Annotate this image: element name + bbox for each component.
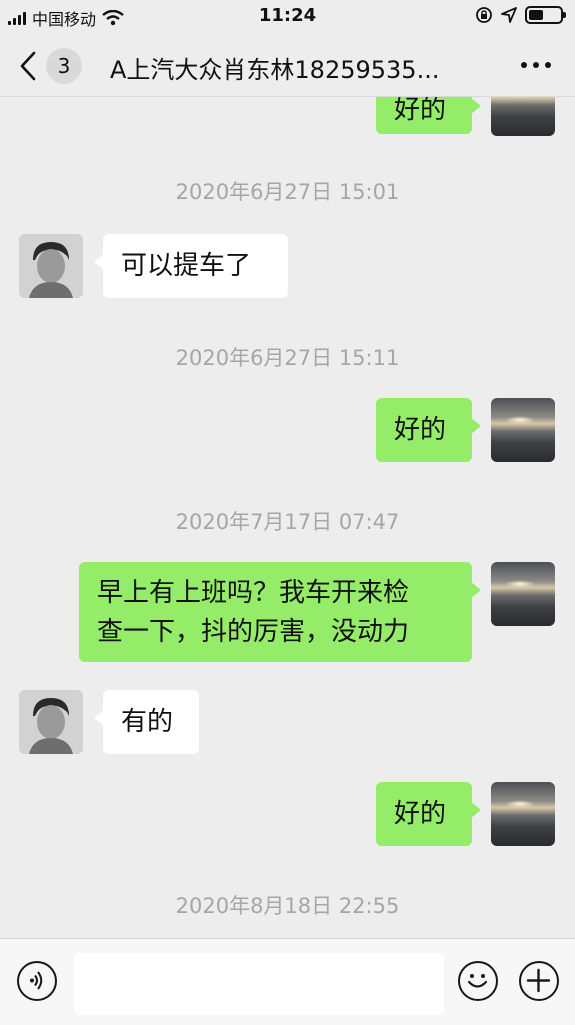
message-timestamp: 2020年6月27日 15:11 [175,346,400,370]
emoji-icon [467,974,488,988]
message-text: 好的 [394,415,447,445]
input-bar [0,938,575,1025]
person-portrait-icon [19,234,83,298]
rotation-lock-icon [476,7,492,23]
back-button[interactable]: 3 [18,48,82,84]
message-timestamp: 2020年7月17日 07:47 [175,510,400,534]
message-text: 好的 [394,799,447,829]
battery-icon [525,6,566,24]
sent-message[interactable]: 好的 [376,782,481,846]
my-avatar[interactable] [491,782,555,846]
sent-message[interactable]: 早上有上班吗？我车开来检 查一下，抖的厉害，没动力 [79,562,481,662]
more-actions-button[interactable] [519,961,559,1001]
voice-input-button[interactable] [17,961,57,1001]
unread-count-badge: 3 [46,48,82,84]
message-timestamp: 2020年8月18日 22:55 [175,894,400,918]
received-message[interactable]: 有的 [94,690,199,754]
emoji-button[interactable] [458,961,498,1001]
message-input[interactable] [74,953,444,1015]
my-avatar[interactable] [491,562,555,626]
contact-avatar[interactable] [19,690,83,754]
location-icon [501,7,517,23]
voice-icon [30,971,43,990]
more-dots-icon [521,62,527,68]
chevron-left-icon [20,51,36,81]
status-bar: 中国移动 11:24 [0,0,575,34]
chat-title: A上汽大众肖东林18259535... [110,56,440,84]
message-text: 可以提车了 [121,251,252,281]
my-avatar[interactable] [491,398,555,462]
sent-message[interactable]: 好的 [376,398,481,462]
chat-header: 3 A上汽大众肖东林18259535... [0,34,575,97]
message-timestamp: 2020年6月27日 15:01 [175,180,400,204]
more-options-button[interactable] [521,62,551,68]
status-right [475,6,566,24]
contact-avatar[interactable] [19,234,83,298]
received-message[interactable]: 可以提车了 [94,234,288,298]
message-text: 好的 [394,95,447,125]
message-text: 有的 [121,707,174,737]
person-portrait-icon [19,690,83,754]
message-text-line: 早上有上班吗？我车开来检 [97,578,410,608]
plus-icon [526,968,551,993]
message-text-line: 查一下，抖的厉害，没动力 [97,617,410,647]
